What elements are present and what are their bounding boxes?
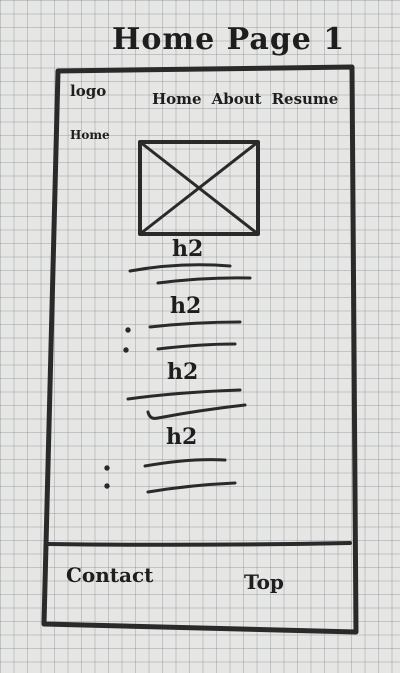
- top-nav: Home About Resume: [152, 90, 338, 108]
- nav-home-link[interactable]: Home: [152, 90, 202, 108]
- text-line: [143, 458, 227, 468]
- text-line: [126, 388, 242, 401]
- section-heading: h2: [172, 236, 204, 262]
- footer-top-link[interactable]: Top: [244, 570, 284, 594]
- text-line: [146, 403, 247, 420]
- page-title: Home Page 1: [112, 22, 346, 57]
- text-line: [156, 276, 252, 285]
- page-frame: [41, 64, 359, 635]
- bullet-dot: [123, 347, 129, 353]
- logo[interactable]: logo: [70, 82, 106, 100]
- text-line: [148, 320, 242, 329]
- bullet-dot: [125, 327, 131, 333]
- footer-contact-link[interactable]: Contact: [66, 563, 153, 587]
- section-heading: h2: [170, 293, 202, 319]
- image-placeholder-icon: [138, 140, 260, 236]
- section-heading: h2: [167, 359, 199, 385]
- text-line: [128, 263, 232, 273]
- header-subtitle: Home: [70, 128, 110, 142]
- bullet-dot: [104, 483, 110, 489]
- bullet-dot: [104, 465, 110, 471]
- footer-divider: [46, 541, 352, 547]
- text-line: [146, 481, 237, 494]
- text-line: [156, 342, 237, 351]
- section-heading: h2: [166, 424, 198, 450]
- nav-resume-link[interactable]: Resume: [272, 90, 339, 108]
- nav-about-link[interactable]: About: [212, 90, 262, 108]
